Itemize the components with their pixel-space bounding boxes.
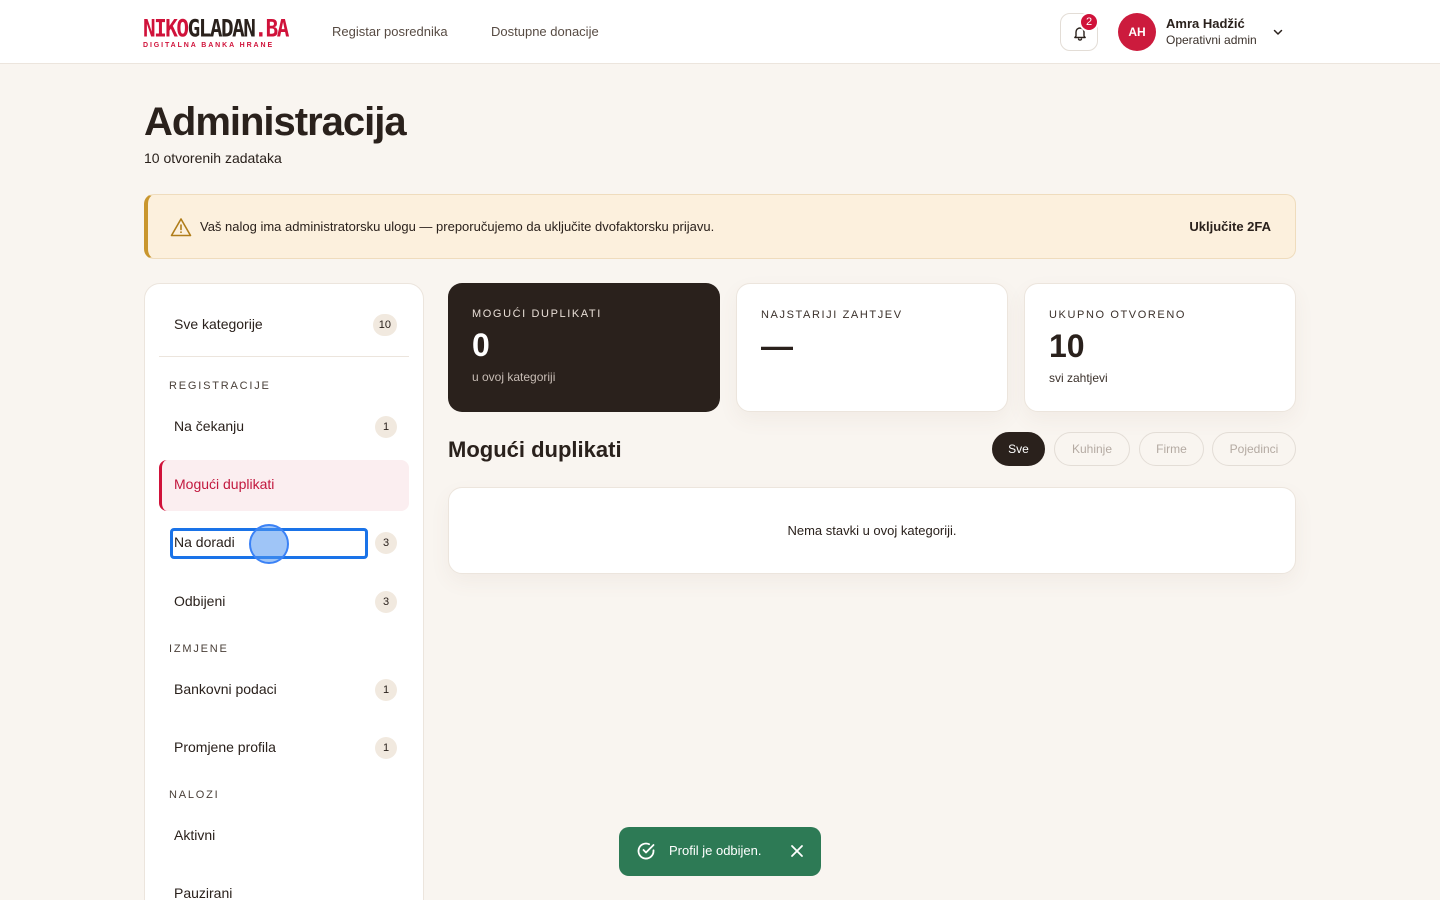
top-navigation-bar: NIKOGLADAN.BA DIGITALNA BANKA HRANE Regi… bbox=[0, 0, 1440, 64]
count-badge: 10 bbox=[372, 314, 397, 336]
sidebar-item-label: Mogući duplikati bbox=[174, 476, 275, 492]
stat-card-possible-duplicates: MOGUĆI DUPLIKATI 0 u ovoj kategoriji bbox=[448, 283, 720, 412]
warning-text: Vaš nalog ima administratorsku ulogu — p… bbox=[200, 219, 715, 234]
page-title: Administracija bbox=[144, 100, 407, 144]
user-avatar[interactable]: AH bbox=[1118, 13, 1156, 51]
section-title-izmjene: IZMJENE bbox=[169, 643, 229, 655]
toast-message: Profil je odbijen. bbox=[669, 843, 762, 858]
logo-tagline: DIGITALNA BANKA HRANE bbox=[143, 42, 275, 49]
check-circle-icon bbox=[637, 842, 655, 860]
notifications-count-badge: 2 bbox=[1079, 12, 1099, 32]
sidebar-item-bankovni-podaci[interactable]: Bankovni podaci 1 bbox=[159, 665, 409, 715]
sidebar-item-label: Promjene profila bbox=[174, 739, 276, 755]
warning-triangle-icon bbox=[170, 218, 192, 237]
sidebar-item-aktivni[interactable]: Aktivni bbox=[159, 811, 409, 861]
sidebar-divider bbox=[159, 356, 409, 357]
filter-chip-pojedinci[interactable]: Pojedinci bbox=[1212, 432, 1296, 466]
close-icon[interactable] bbox=[790, 844, 804, 858]
mouse-cursor-indicator bbox=[249, 524, 289, 564]
sidebar-item-moguci-duplikati[interactable]: Mogući duplikati bbox=[159, 460, 409, 511]
section-title-registracije: REGISTRACIJE bbox=[169, 380, 271, 392]
sidebar-item-label: Bankovni podaci bbox=[174, 681, 277, 697]
count-badge: 3 bbox=[375, 591, 397, 613]
stat-value: 10 bbox=[1049, 328, 1085, 364]
category-sidebar: Sve kategorije 10 REGISTRACIJE Na čekanj… bbox=[144, 283, 424, 900]
stat-card-oldest-request: NAJSTARIJI ZAHTJEV — bbox=[736, 283, 1008, 412]
stat-label: UKUPNO OTVORENO bbox=[1049, 309, 1187, 321]
stat-label: MOGUĆI DUPLIKATI bbox=[472, 308, 602, 320]
section-title-nalozi: NALOZI bbox=[169, 789, 220, 801]
stat-note: u ovoj kategoriji bbox=[472, 370, 556, 384]
sidebar-item-odbijeni[interactable]: Odbijeni 3 bbox=[159, 577, 409, 627]
sidebar-item-pauzirani[interactable]: Pauzirani bbox=[159, 869, 409, 900]
count-badge: 3 bbox=[375, 532, 397, 554]
enable-2fa-link[interactable]: Uključite 2FA bbox=[1189, 219, 1271, 234]
nav-link-registar-posrednika[interactable]: Registar posrednika bbox=[332, 24, 448, 39]
sidebar-item-promjene-profila[interactable]: Promjene profila 1 bbox=[159, 723, 409, 773]
nav-link-dostupne-donacije[interactable]: Dostupne donacije bbox=[491, 24, 599, 39]
empty-state-text: Nema stavki u ovoj kategoriji. bbox=[787, 523, 957, 538]
count-badge: 1 bbox=[375, 679, 397, 701]
sidebar-item-label: Na čekanju bbox=[174, 418, 245, 434]
sidebar-item-na-cekanju[interactable]: Na čekanju 1 bbox=[159, 402, 409, 452]
logo-wordmark: NIKOGLADAN.BA bbox=[143, 14, 289, 43]
filter-chip-kuhinje[interactable]: Kuhinje bbox=[1054, 432, 1130, 466]
filter-chip-firme[interactable]: Firme bbox=[1139, 432, 1204, 466]
stat-label: NAJSTARIJI ZAHTJEV bbox=[761, 309, 903, 321]
sidebar-item-label: Odbijeni bbox=[174, 593, 226, 609]
stat-card-total-open: UKUPNO OTVORENO 10 svi zahtjevi bbox=[1024, 283, 1296, 412]
page-subtitle: 10 otvorenih zadataka bbox=[144, 150, 282, 166]
empty-state-card: Nema stavki u ovoj kategoriji. bbox=[448, 487, 1296, 574]
sidebar-item-label: Aktivni bbox=[174, 827, 216, 843]
list-section-title: Mogući duplikati bbox=[448, 437, 622, 462]
filter-chip-sve[interactable]: Sve bbox=[992, 432, 1045, 466]
count-badge: 1 bbox=[375, 737, 397, 759]
count-badge: 1 bbox=[375, 416, 397, 438]
success-toast: Profil je odbijen. bbox=[619, 827, 821, 876]
chevron-down-icon[interactable] bbox=[1272, 26, 1284, 38]
stat-value: — bbox=[761, 328, 793, 364]
stat-value: 0 bbox=[472, 327, 490, 363]
sidebar-item-label: Sve kategorije bbox=[174, 316, 263, 332]
two-factor-warning-banner: Vaš nalog ima administratorsku ulogu — p… bbox=[144, 194, 1296, 259]
stat-note: svi zahtjevi bbox=[1049, 371, 1108, 385]
sidebar-item-all-categories[interactable]: Sve kategorije 10 bbox=[159, 300, 409, 350]
nikogladan-logo[interactable]: NIKOGLADAN.BA DIGITALNA BANKA HRANE bbox=[143, 14, 289, 49]
user-role: Operativni admin bbox=[1166, 33, 1257, 47]
sidebar-item-label: Pauzirani bbox=[174, 885, 233, 900]
user-name[interactable]: Amra Hadžić bbox=[1166, 16, 1245, 31]
